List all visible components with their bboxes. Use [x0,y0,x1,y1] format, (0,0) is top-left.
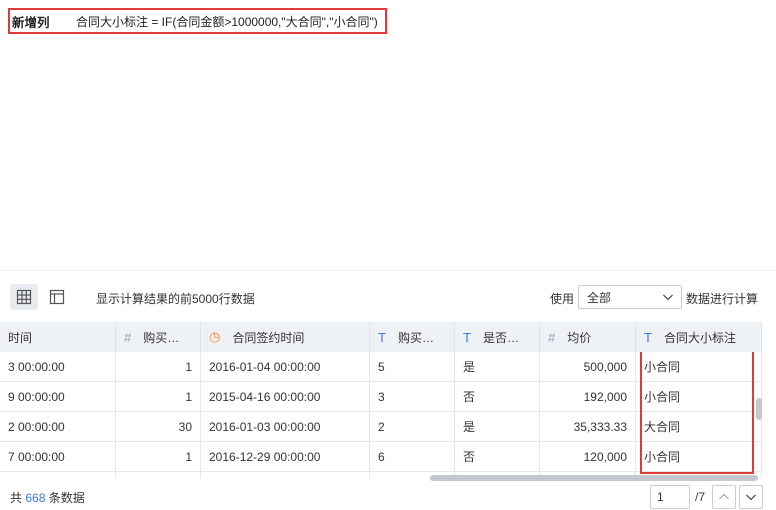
cell-purchase-qty: 1 [116,472,201,478]
cell-avg-price: 35,333.33 [540,412,636,442]
row-count: 共 668 条数据 [10,489,85,506]
new-column-formula-bar: 新增列 合同大小标注 = IF(合同金额>1000000,"大合同","小合同"… [8,8,387,34]
cell-purchase-qty: 30 [116,412,201,442]
column-header-label: 购买… [397,330,434,345]
column-header-purchase-count[interactable]: T 购买… [370,322,455,352]
cell-contract-size: 小合同 [636,442,762,472]
column-header-label: 均价 [567,330,592,345]
next-page-button[interactable] [739,485,763,509]
cell-contract-date: 2016-01-04 00:00:00 [201,352,370,382]
chevron-down-icon [746,494,756,501]
data-table: 时间 # 购买… ◷ 合同签约时间 T 购买… T 是否… # 均价 T 合同大… [0,322,762,478]
section-divider [0,270,776,271]
scope-suffix-label: 数据进行计算 [686,292,759,306]
column-header-avg-price[interactable]: # 均价 [540,322,636,352]
new-column-label: 新增列 [12,15,50,30]
page-total: /7 [695,490,706,504]
cell-purchase-qty: 1 [116,442,201,472]
column-header-contract-size[interactable]: T 合同大小标注 [636,322,762,352]
column-header-contract-date[interactable]: ◷ 合同签约时间 [201,322,370,352]
cell-time: 7 00:00:00 [0,442,116,472]
cell-time: 9 00:00:00 [0,382,116,412]
layout-icon [49,289,65,305]
cell-contract-date: 2016-12-29 00:00:00 [201,442,370,472]
column-header-time[interactable]: 时间 [0,322,116,352]
cell-time: 2 00:00:00 [0,412,116,442]
column-header-label: 合同大小标注 [663,330,736,345]
preview-toolbar: 显示计算结果的前5000行数据 使用 全部 数据进行计算 [0,282,776,312]
cell-avg-price: 500,000 [540,352,636,382]
cell-contract-size: 小合同 [636,352,762,382]
page-number-input[interactable] [650,485,690,509]
cell-yes-no: 否 [455,382,540,412]
cell-purchase-count: 5 [370,352,455,382]
horizontal-scrollbar[interactable] [430,475,758,481]
chevron-up-icon [719,493,729,500]
cell-yes-no: 是 [455,412,540,442]
cell-purchase-count: 2 [370,412,455,442]
cell-contract-size: 大合同 [636,412,762,442]
column-header-label: 是否… [482,330,519,345]
column-header-label: 购买… [143,330,180,345]
formula-expression[interactable]: 合同大小标注 = IF(合同金额>1000000,"大合同","小合同") [72,13,378,30]
row-count-total: 668 [25,491,46,505]
layout-view-button[interactable] [43,284,71,310]
row-count-suffix: 条数据 [48,491,85,505]
column-header-purchase-qty[interactable]: # 购买… [116,322,201,352]
cell-time: 3 00:00:00 [0,352,116,382]
cell-contract-date: 2015-04-16 00:00:00 [201,382,370,412]
cell-avg-price: 120,000 [540,442,636,472]
chevron-down-icon [663,294,673,301]
grid-icon [16,289,32,305]
column-header-yes-no[interactable]: T 是否… [455,322,540,352]
cell-yes-no: 否 [455,442,540,472]
preview-note: 显示计算结果的前5000行数据 [96,292,255,306]
cell-purchase-count: 3 [370,382,455,412]
text-type-icon: T [644,329,652,345]
cell-purchase-qty: 1 [116,352,201,382]
use-label: 使用 [550,292,575,306]
number-type-icon: # [548,329,556,345]
cell-contract-date: 2016-01-03 00:00:00 [201,412,370,442]
cell-purchase-count: 6 [370,442,455,472]
clock-icon: ◷ [209,329,221,344]
cell-contract-size: 小合同 [636,382,762,412]
scope-select-value: 全部 [587,290,612,305]
cell-purchase-qty: 1 [116,382,201,412]
column-header-label: 合同签约时间 [232,330,305,345]
number-type-icon: # [124,329,132,345]
scope-select[interactable]: 全部 [578,285,682,309]
cell-yes-no: 是 [455,352,540,382]
text-type-icon: T [378,329,386,345]
cell-contract-date: 2016-02-07 00:00:00 [201,472,370,478]
vertical-scrollbar[interactable] [756,398,762,420]
column-header-label: 时间 [8,330,33,345]
text-type-icon: T [463,329,471,345]
cell-avg-price: 192,000 [540,382,636,412]
cell-time: 0 00:00:00 [0,472,116,478]
previous-page-button[interactable] [712,485,736,509]
grid-view-button[interactable] [10,284,38,310]
row-count-prefix: 共 [10,491,23,505]
